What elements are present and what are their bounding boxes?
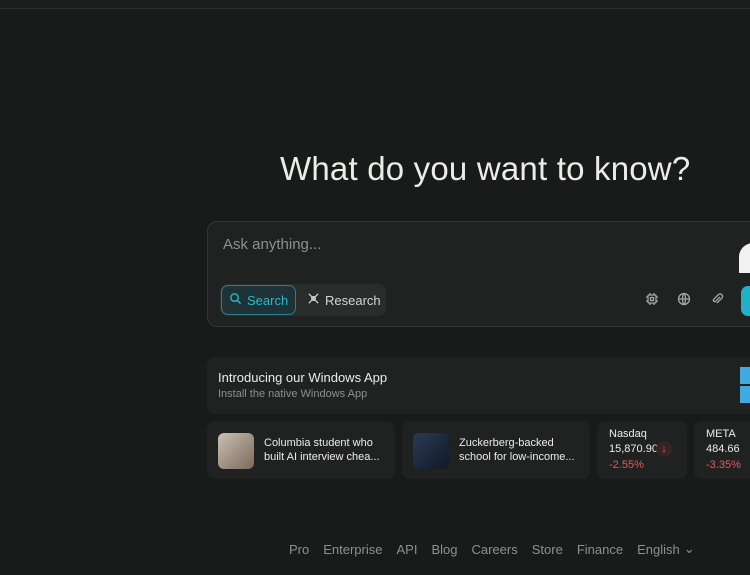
news-thumbnail (218, 433, 254, 469)
query-composer[interactable]: Ask anything... Search Research (207, 221, 750, 327)
footer-link[interactable]: Store (532, 541, 563, 557)
research-mode-label: Research (325, 292, 381, 308)
top-bar (0, 0, 750, 9)
stock-price: 484.66 (706, 443, 740, 455)
research-icon (307, 292, 320, 308)
stock-symbol: Nasdaq (609, 428, 647, 440)
chevron-down-icon: ⌄ (683, 541, 695, 556)
news-thumbnail (413, 433, 449, 469)
news-card[interactable]: Columbia student who built AI interview … (207, 421, 395, 479)
language-selector[interactable]: English ⌄ (637, 541, 695, 557)
news-title: Columbia student who built AI interview … (264, 437, 380, 463)
submit-button[interactable] (741, 286, 750, 316)
footer-link[interactable]: API (396, 541, 417, 557)
footer-link[interactable]: Pro (289, 541, 309, 557)
chip-icon[interactable] (645, 292, 661, 308)
stock-change: -3.35% (706, 459, 741, 471)
footer-link[interactable]: Finance (577, 541, 623, 557)
footer-link[interactable]: Blog (431, 541, 457, 557)
promo-title: Introducing our Windows App (218, 370, 388, 385)
footer-link[interactable]: Enterprise (323, 541, 382, 557)
windows-app-promo[interactable]: Introducing our Windows App Install the … (207, 357, 750, 414)
globe-icon[interactable] (677, 292, 693, 308)
stock-card[interactable]: META 484.66 -3.35% (694, 421, 750, 479)
query-input[interactable]: Ask anything... (223, 236, 321, 253)
news-title: Zuckerberg-backed school for low-income.… (459, 437, 575, 463)
stock-price: 15,870.90 (609, 443, 658, 455)
footer-link[interactable]: Careers (471, 541, 517, 557)
page-title: What do you want to know? (280, 150, 691, 187)
stock-symbol: META (706, 428, 736, 440)
paperclip-icon[interactable] (710, 292, 726, 308)
promo-subtitle: Install the native Windows App (218, 388, 368, 400)
footer-nav: Pro Enterprise API Blog Careers Store Fi… (289, 541, 695, 557)
search-icon (229, 292, 242, 308)
search-mode-label: Search (247, 292, 289, 308)
mode-selector: Search Research (220, 284, 386, 316)
language-label: English (637, 541, 680, 557)
stock-change: -2.55% (609, 459, 644, 471)
windows-logo-icon (740, 367, 750, 403)
research-mode-button[interactable]: Research (300, 285, 388, 315)
stock-card[interactable]: Nasdaq 15,870.90 -2.55% ↓ (597, 421, 687, 479)
news-card[interactable]: Zuckerberg-backed school for low-income.… (402, 421, 590, 479)
search-mode-button[interactable]: Search (221, 285, 296, 315)
arrow-down-icon: ↓ (656, 441, 672, 457)
